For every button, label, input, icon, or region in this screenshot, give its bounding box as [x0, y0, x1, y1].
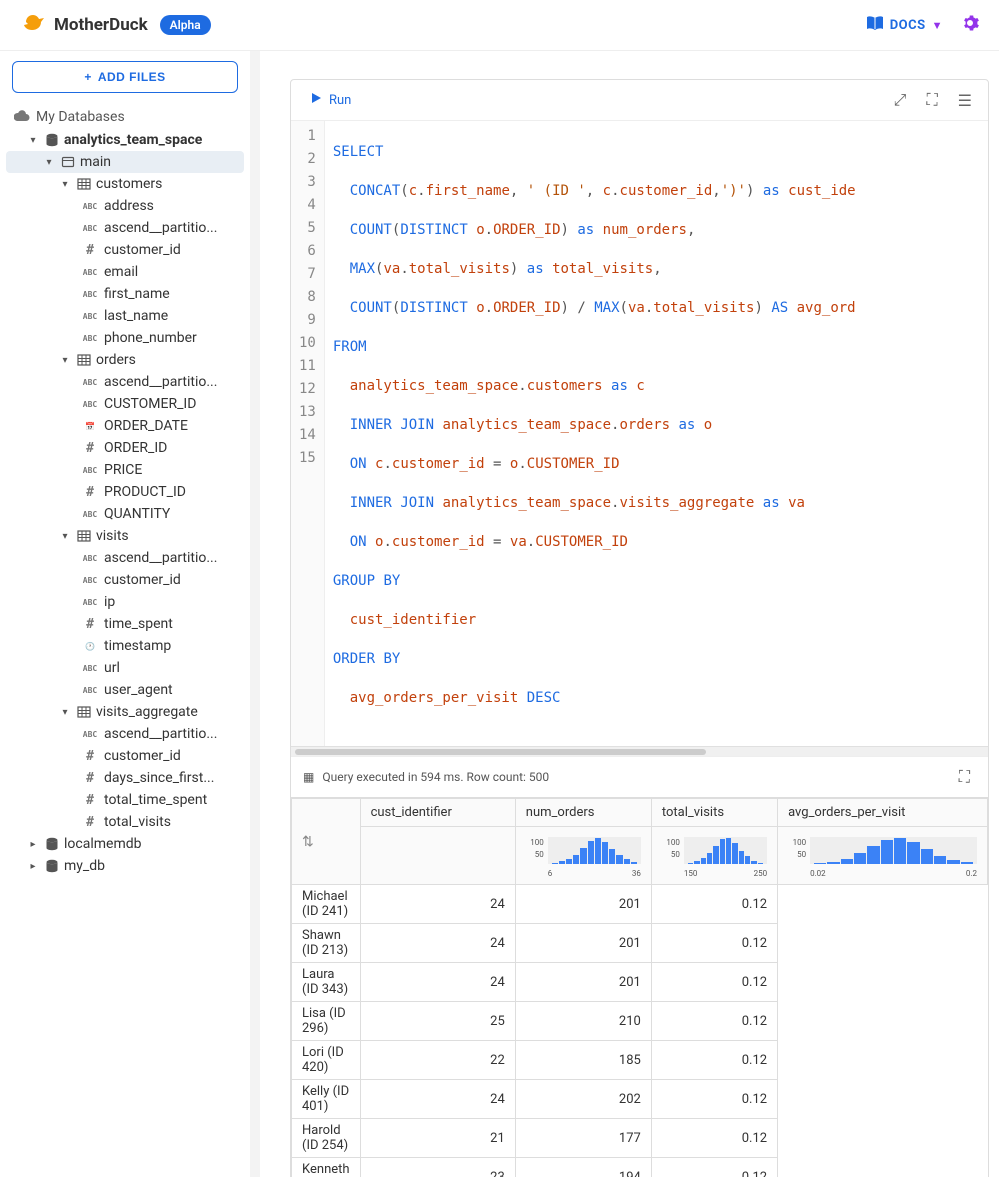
results-table: ⇅ cust_identifier num_orders total_visit…	[291, 797, 988, 1177]
cloud-icon	[14, 109, 30, 125]
row-controls-header: ⇅	[292, 799, 361, 885]
sql-editor-1[interactable]: 123456789101112131415 SELECT CONCAT(c.fi…	[291, 120, 988, 746]
horizontal-scrollbar[interactable]	[291, 746, 988, 756]
main-panel: Run ⤢ ⛶ ☰ 123456789101112131415 SELECT C…	[250, 51, 999, 1177]
column-item[interactable]: #total_time_spent	[6, 789, 244, 811]
column-item[interactable]: ABCip	[6, 591, 244, 613]
column-header[interactable]: num_orders	[515, 799, 651, 827]
docs-link[interactable]: DOCS ▼	[866, 15, 943, 35]
column-item[interactable]: #PRODUCT_ID	[6, 481, 244, 503]
column-item[interactable]: #customer_id	[6, 745, 244, 767]
column-item[interactable]: ABCuser_agent	[6, 679, 244, 701]
column-item[interactable]: ABCascend__partitio...	[6, 371, 244, 393]
column-item[interactable]: ABCQUANTITY	[6, 503, 244, 525]
column-item[interactable]: ABCCUSTOMER_ID	[6, 393, 244, 415]
histogram-total-visits: 10050150250	[651, 827, 777, 885]
menu-icon[interactable]: ☰	[952, 87, 978, 114]
cell-toolbar: Run ⤢ ⛶ ☰	[291, 80, 988, 120]
database-item[interactable]: ▾analytics_team_space	[6, 129, 244, 151]
column-item[interactable]: ABCascend__partitio...	[6, 723, 244, 745]
column-item[interactable]: ABCascend__partitio...	[6, 547, 244, 569]
play-icon	[309, 91, 323, 109]
settings-icon[interactable]	[961, 14, 979, 37]
table-row[interactable]: Lisa (ID 296)252100.12	[292, 1002, 988, 1041]
plus-icon: +	[84, 70, 92, 84]
logo: MotherDuck	[20, 12, 148, 38]
column-item[interactable]: #days_since_first...	[6, 767, 244, 789]
column-item[interactable]: ABCPRICE	[6, 459, 244, 481]
fullscreen-icon[interactable]: ⛶	[920, 86, 943, 114]
column-item[interactable]: #total_visits	[6, 811, 244, 833]
run-button[interactable]: Run	[301, 87, 359, 113]
chevron-down-icon: ▼	[932, 19, 943, 32]
result-status-bar: ▦ Query executed in 594 ms. Row count: 5…	[291, 756, 988, 797]
column-header[interactable]: avg_orders_per_visit	[778, 799, 988, 827]
database-tree: ▾analytics_team_space▾main▾customersABCa…	[6, 129, 244, 877]
expand-icon[interactable]: ⤢	[888, 86, 913, 114]
code-content[interactable]: SELECT CONCAT(c.first_name, ' (ID ', c.c…	[325, 121, 988, 746]
table-row[interactable]: Kelly (ID 401)242020.12	[292, 1080, 988, 1119]
alpha-badge: Alpha	[160, 15, 211, 35]
table-icon: ▦	[303, 770, 314, 784]
table-item[interactable]: ▾visits	[6, 525, 244, 547]
histogram-avg: 100500.020.2	[778, 827, 988, 885]
column-header[interactable]: total_visits	[651, 799, 777, 827]
book-icon	[866, 15, 884, 35]
column-item[interactable]: ABCfirst_name	[6, 283, 244, 305]
table-row[interactable]: Lori (ID 420)221850.12	[292, 1041, 988, 1080]
header: MotherDuck Alpha DOCS ▼	[0, 0, 999, 51]
column-item[interactable]: 📅ORDER_DATE	[6, 415, 244, 437]
database-item[interactable]: ▸my_db	[6, 855, 244, 877]
brand-name: MotherDuck	[54, 15, 148, 35]
table-item[interactable]: ▾customers	[6, 173, 244, 195]
column-item[interactable]: ABCascend__partitio...	[6, 217, 244, 239]
table-item[interactable]: ▾visits_aggregate	[6, 701, 244, 723]
duck-icon	[20, 12, 46, 38]
table-row[interactable]: Laura (ID 343)242010.12	[292, 963, 988, 1002]
column-item[interactable]: ABCemail	[6, 261, 244, 283]
column-item[interactable]: ABCaddress	[6, 195, 244, 217]
column-header[interactable]: cust_identifier	[360, 799, 515, 827]
column-item[interactable]: 🕐timestamp	[6, 635, 244, 657]
line-gutter: 123456789101112131415	[291, 121, 325, 746]
shuffle-icon[interactable]: ⇅	[302, 834, 314, 850]
add-files-button[interactable]: + ADD FILES	[12, 61, 238, 93]
column-item[interactable]: #ORDER_ID	[6, 437, 244, 459]
column-item[interactable]: #customer_id	[6, 239, 244, 261]
table-row[interactable]: Michael (ID 241)242010.12	[292, 885, 988, 924]
column-item[interactable]: ABCcustomer_id	[6, 569, 244, 591]
column-item[interactable]: ABClast_name	[6, 305, 244, 327]
table-item[interactable]: ▾orders	[6, 349, 244, 371]
table-row[interactable]: Shawn (ID 213)242010.12	[292, 924, 988, 963]
sidebar: + ADD FILES My Databases ▾analytics_team…	[0, 51, 250, 1177]
column-item[interactable]: ABCurl	[6, 657, 244, 679]
database-item[interactable]: ▸localmemdb	[6, 833, 244, 855]
histogram-num-orders: 10050636	[515, 827, 651, 885]
table-row[interactable]: Kenneth (ID 205)231940.12	[292, 1158, 988, 1178]
status-text: Query executed in 594 ms. Row count: 500	[322, 770, 549, 784]
my-databases-heading: My Databases	[6, 105, 244, 129]
column-item[interactable]: #time_spent	[6, 613, 244, 635]
expand-results-icon[interactable]: ⛶	[953, 763, 976, 791]
table-row[interactable]: Harold (ID 254)211770.12	[292, 1119, 988, 1158]
schema-item[interactable]: ▾main	[6, 151, 244, 173]
query-cell-1: Run ⤢ ⛶ ☰ 123456789101112131415 SELECT C…	[290, 79, 989, 1177]
column-item[interactable]: ABCphone_number	[6, 327, 244, 349]
